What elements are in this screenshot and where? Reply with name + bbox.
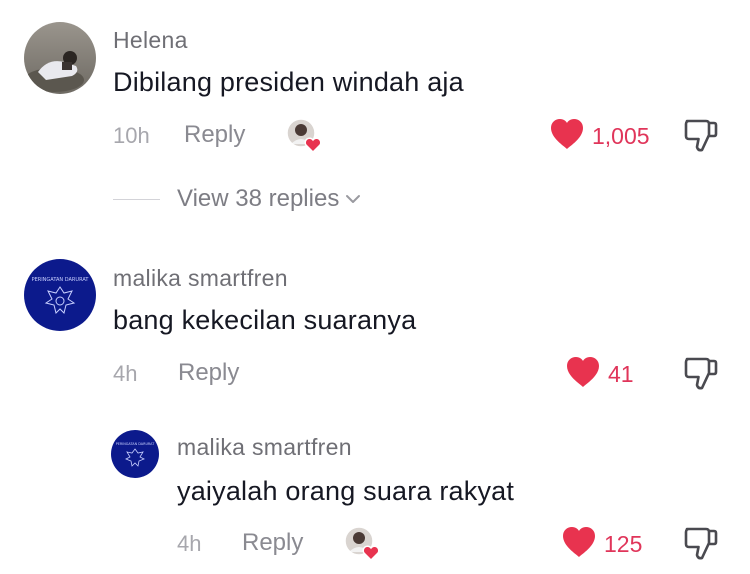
reply-button[interactable]: Reply (178, 359, 239, 387)
avatar-malika[interactable]: PERINGATAN DARURAT (24, 259, 96, 331)
like-count: 125 (604, 531, 643, 557)
avatar-caption: PERINGATAN DARURAT (116, 442, 155, 446)
avatar-caption: PERINGATAN DARURAT (32, 277, 90, 283)
like-button[interactable] (550, 118, 584, 150)
dislike-button[interactable] (684, 355, 718, 391)
comment-text: yaiyalah orang suara rakyat (177, 476, 515, 506)
comment-timestamp: 4h (113, 361, 138, 386)
like-button[interactable] (566, 356, 600, 388)
like-count: 1,005 (592, 123, 650, 149)
comment-username[interactable]: Helena (113, 27, 188, 54)
avatar-helena[interactable] (24, 22, 96, 94)
comment-text: bang kekecilan suaranya (113, 305, 417, 335)
heart-icon (563, 527, 595, 557)
comment-timestamp: 10h (113, 123, 150, 148)
creator-liked-avatar (286, 118, 322, 154)
view-replies-label: View 38 replies (177, 185, 340, 212)
dislike-icon (684, 357, 718, 390)
dislike-icon (684, 119, 718, 152)
chevron-down-icon (346, 195, 361, 203)
comment-text: Dibilang presiden windah aja (113, 67, 464, 97)
like-count: 41 (608, 361, 634, 387)
comment-timestamp: 4h (177, 531, 202, 556)
avatar-malika-reply[interactable]: PERINGATAN DARURAT (111, 430, 159, 478)
creator-liked-avatar (344, 526, 380, 562)
comment-username[interactable]: malika smartfren (177, 434, 352, 461)
heart-icon (551, 119, 583, 149)
dislike-icon (684, 527, 718, 560)
dislike-button[interactable] (684, 525, 718, 561)
like-button[interactable] (562, 526, 596, 558)
dislike-button[interactable] (684, 117, 718, 153)
comment-username[interactable]: malika smartfren (113, 265, 288, 292)
reply-button[interactable]: Reply (242, 529, 303, 557)
heart-icon (567, 357, 599, 387)
replies-divider (113, 199, 160, 200)
reply-button[interactable]: Reply (184, 121, 245, 149)
view-replies-button[interactable]: View 38 replies (177, 185, 361, 213)
